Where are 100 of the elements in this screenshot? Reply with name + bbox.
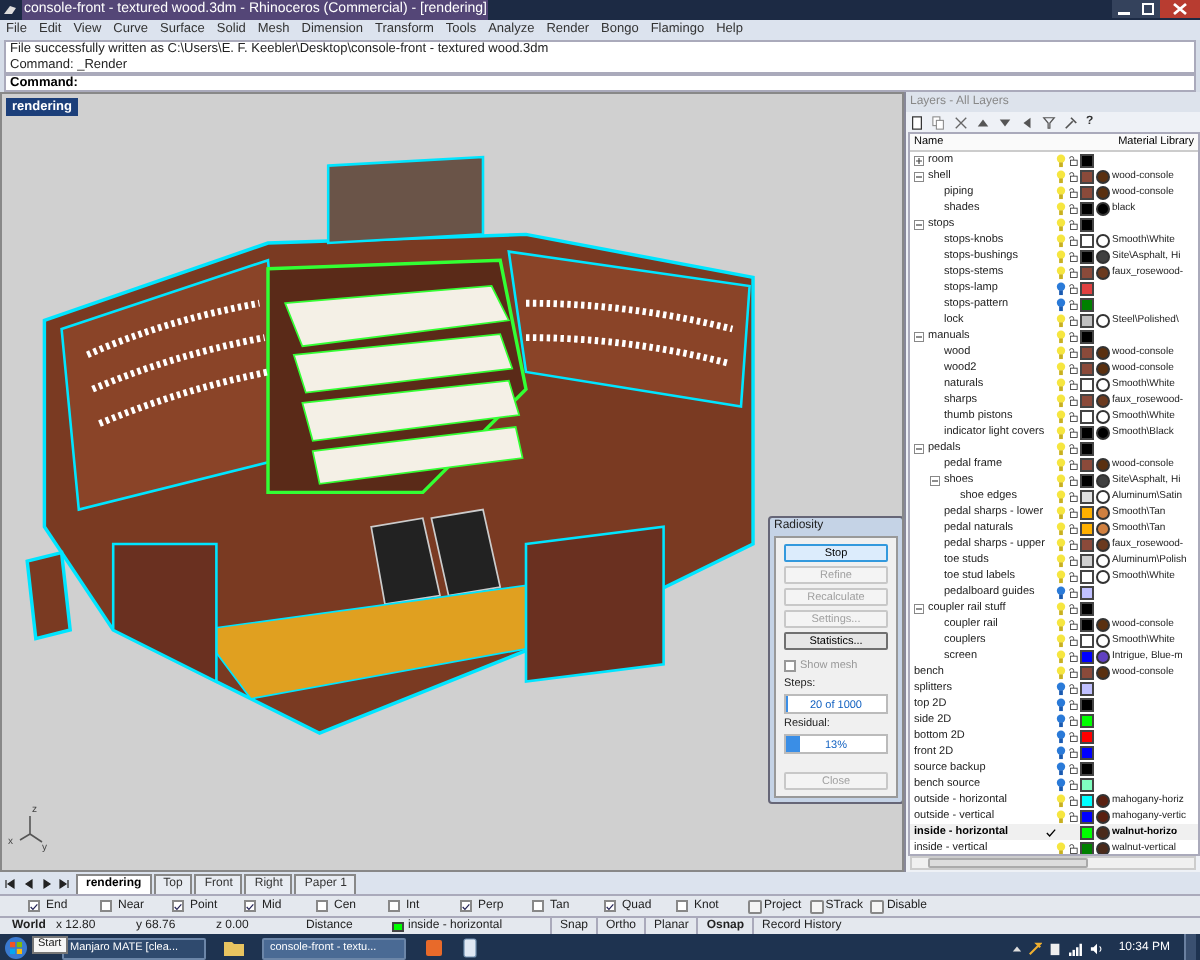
horizontal-scrollbar[interactable] [910, 856, 1196, 870]
color-swatch[interactable] [1082, 299, 1092, 310]
color-swatch[interactable] [1082, 315, 1092, 326]
collapse-icon[interactable] [914, 219, 924, 230]
toggle-button[interactable] [870, 899, 885, 913]
padlock-icon[interactable] [1068, 603, 1078, 614]
material-swatch[interactable] [1098, 171, 1108, 182]
color-swatch[interactable] [1082, 731, 1092, 742]
padlock-icon[interactable] [1068, 635, 1078, 646]
material-swatch[interactable] [1098, 363, 1108, 374]
color-swatch[interactable] [1082, 715, 1092, 726]
tray-app-icon[interactable] [1028, 941, 1043, 955]
material-swatch[interactable] [1098, 267, 1108, 278]
color-swatch[interactable] [1082, 843, 1092, 854]
color-swatch[interactable] [1082, 699, 1092, 710]
lightbulb-icon[interactable] [1056, 777, 1066, 792]
material-swatch[interactable] [1098, 347, 1108, 358]
color-swatch[interactable] [1082, 443, 1092, 454]
material-swatch[interactable] [1098, 427, 1108, 438]
padlock-icon[interactable] [1068, 587, 1078, 598]
padlock-icon[interactable] [1068, 171, 1078, 182]
padlock-icon[interactable] [1068, 667, 1078, 678]
material-swatch[interactable] [1098, 571, 1108, 582]
checkbox[interactable] [316, 900, 328, 912]
color-swatch[interactable] [1082, 555, 1092, 566]
padlock-icon[interactable] [1068, 555, 1078, 566]
material-swatch[interactable] [1098, 491, 1108, 502]
padlock-icon[interactable] [1068, 203, 1078, 214]
start-button[interactable] [4, 936, 28, 960]
minimize-icon[interactable] [1112, 0, 1136, 18]
color-swatch[interactable] [1082, 203, 1092, 214]
padlock-icon[interactable] [1068, 299, 1078, 310]
collapse-icon[interactable] [930, 475, 940, 486]
checkbox[interactable] [172, 900, 184, 912]
padlock-icon[interactable] [1068, 731, 1078, 742]
padlock-icon[interactable] [1068, 539, 1078, 550]
collapse-icon[interactable] [914, 443, 924, 454]
color-swatch[interactable] [1082, 507, 1092, 518]
left-arrow-icon[interactable] [1020, 115, 1034, 129]
color-swatch[interactable] [1082, 571, 1092, 582]
lightbulb-icon[interactable] [1056, 297, 1066, 312]
padlock-icon[interactable] [1068, 187, 1078, 198]
padlock-icon[interactable] [1068, 219, 1078, 230]
color-swatch[interactable] [1082, 283, 1092, 294]
toggle-button[interactable] [809, 899, 824, 913]
material-swatch[interactable] [1098, 411, 1108, 422]
new-layer-icon[interactable] [910, 115, 924, 129]
filter-icon[interactable] [1042, 115, 1056, 129]
checkbox[interactable] [784, 660, 796, 673]
material-swatch[interactable] [1098, 315, 1108, 326]
padlock-icon[interactable] [1068, 235, 1078, 246]
material-swatch[interactable] [1098, 811, 1108, 822]
color-swatch[interactable] [1082, 475, 1092, 486]
collapse-icon[interactable] [914, 603, 924, 614]
padlock-icon[interactable] [1068, 347, 1078, 358]
material-swatch[interactable] [1098, 555, 1108, 566]
material-swatch[interactable] [1098, 507, 1108, 518]
up-arrow-icon[interactable] [976, 115, 990, 129]
lightbulb-icon[interactable] [1056, 713, 1066, 728]
material-swatch[interactable] [1098, 235, 1108, 246]
padlock-icon[interactable] [1068, 427, 1078, 438]
color-swatch[interactable] [1082, 459, 1092, 470]
color-swatch[interactable] [1082, 811, 1092, 822]
material-swatch[interactable] [1098, 827, 1108, 838]
color-swatch[interactable] [1082, 347, 1092, 358]
padlock-icon[interactable] [1068, 619, 1078, 630]
color-swatch[interactable] [1082, 651, 1092, 662]
color-swatch[interactable] [1082, 251, 1092, 262]
color-swatch[interactable] [1082, 619, 1092, 630]
padlock-icon[interactable] [1068, 155, 1078, 166]
padlock-icon[interactable] [1068, 843, 1078, 854]
show-hidden-icons-icon[interactable] [1012, 943, 1023, 953]
checkbox[interactable] [604, 900, 616, 912]
folder-icon[interactable] [224, 940, 244, 956]
padlock-icon[interactable] [1068, 251, 1078, 262]
padlock-icon[interactable] [1068, 331, 1078, 342]
maximize-icon[interactable] [1136, 0, 1160, 18]
color-swatch[interactable] [1082, 779, 1092, 790]
lightbulb-icon[interactable] [1056, 681, 1066, 696]
delete-icon[interactable] [954, 115, 968, 129]
color-swatch[interactable] [1082, 491, 1092, 502]
material-swatch[interactable] [1098, 395, 1108, 406]
toggle-button[interactable] [748, 899, 762, 913]
padlock-icon[interactable] [1068, 763, 1078, 774]
material-swatch[interactable] [1098, 379, 1108, 390]
material-swatch[interactable] [1098, 203, 1108, 214]
material-swatch[interactable] [1098, 843, 1108, 854]
color-swatch[interactable] [1082, 827, 1092, 838]
material-swatch[interactable] [1098, 475, 1108, 486]
collapse-icon[interactable] [914, 171, 924, 182]
padlock-icon[interactable] [1068, 283, 1078, 294]
material-swatch[interactable] [1098, 539, 1108, 550]
color-swatch[interactable] [1082, 363, 1092, 374]
padlock-icon[interactable] [1068, 683, 1078, 694]
color-swatch[interactable] [1082, 235, 1092, 246]
padlock-icon[interactable] [1068, 395, 1078, 406]
padlock-icon[interactable] [1068, 715, 1078, 726]
material-swatch[interactable] [1098, 795, 1108, 806]
padlock-icon[interactable] [1068, 491, 1078, 502]
color-swatch[interactable] [1082, 267, 1092, 278]
